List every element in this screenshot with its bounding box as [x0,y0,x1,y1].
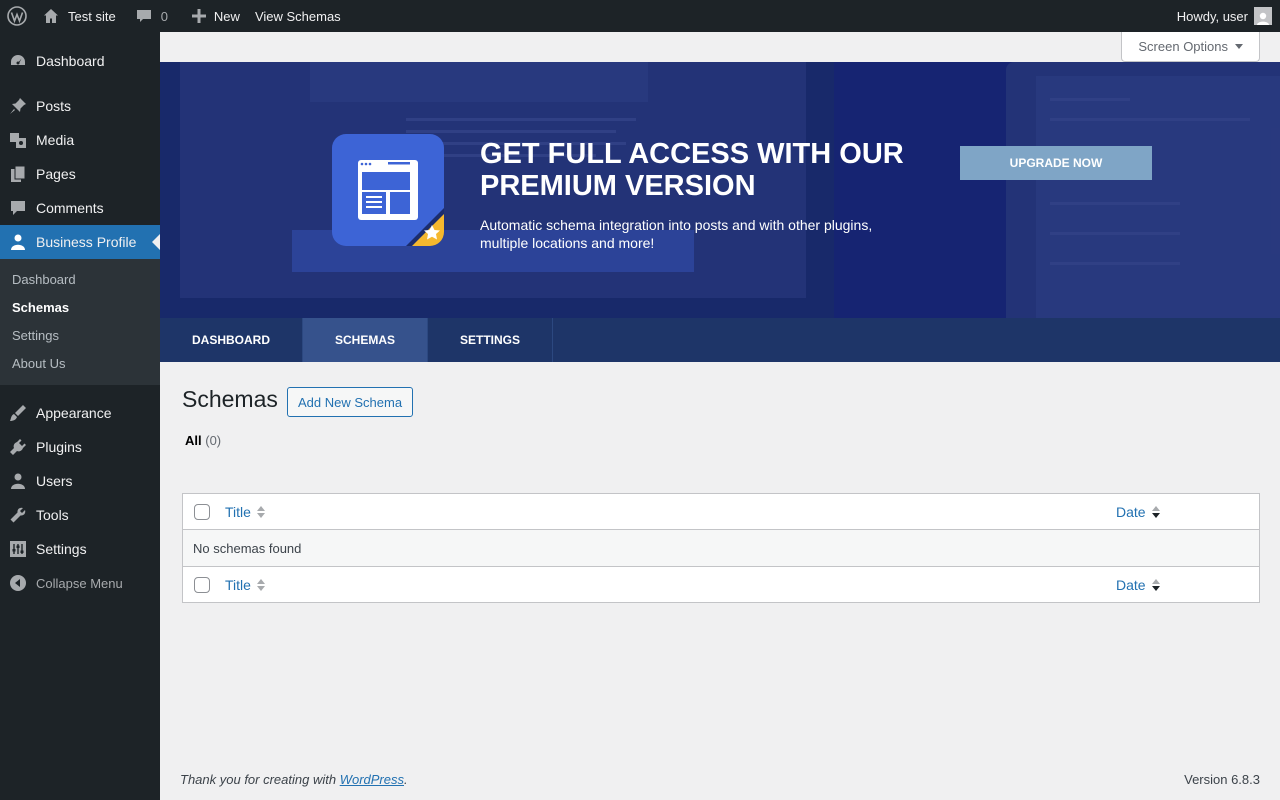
my-account-link[interactable]: Howdy, user [1169,0,1280,32]
menu-item-plugins[interactable]: Plugins [0,430,160,464]
menu-item-dashboard[interactable]: Dashboard [0,44,160,78]
wordpress-link[interactable]: WordPress [340,772,404,787]
admin-sidebar: Dashboard Posts Media Pages Comments Bus… [0,32,160,800]
page-title: Schemas [182,386,278,412]
admin-bar: Test site 0 New View Schemas Howdy, user [0,0,1280,32]
menu-label-business-profile: Business Profile [36,234,137,250]
no-items-row: No schemas found [183,530,1259,566]
submenu-item-dashboard[interactable]: Dashboard [0,265,160,293]
menu-item-users[interactable]: Users [0,464,160,498]
menu-item-comments[interactable]: Comments [0,191,160,225]
dashboard-icon [8,51,28,71]
comment-icon [136,8,152,24]
select-all-checkbox[interactable] [194,576,210,593]
menu-label-posts: Posts [36,98,72,114]
business-profile-icon [8,232,28,252]
footer-version: Version 6.8.3 [1184,772,1260,787]
menu-label-media: Media [36,132,75,148]
sort-arrows-icon [256,505,265,518]
menu-item-posts[interactable]: Posts [0,89,160,123]
sort-arrows-icon [1151,505,1160,518]
tab-dashboard[interactable]: DASHBOARD [160,318,303,362]
sort-arrows-icon [1151,578,1160,591]
submenu-item-schemas[interactable]: Schemas [0,293,160,321]
menu-label-settings: Settings [36,541,87,557]
wordpress-logo-icon[interactable] [0,0,34,32]
column-date-sort[interactable]: Date [1116,504,1160,520]
site-name-label: Test site [68,8,116,24]
footer-thanks-prefix: Thank you for creating with [180,772,337,787]
menu-item-appearance[interactable]: Appearance [0,396,160,430]
menu-item-pages[interactable]: Pages [0,157,160,191]
menu-item-media[interactable]: Media [0,123,160,157]
tab-settings[interactable]: SETTINGS [428,318,554,362]
banner-title: GET FULL ACCESS WITH OUR PREMIUM VERSION [480,138,904,202]
menu-item-business-profile[interactable]: Business Profile [0,225,160,259]
screen-options-label: Screen Options [1138,39,1228,54]
home-icon [42,7,60,25]
status-filter: All (0) [185,433,221,448]
new-label: New [213,8,240,24]
pin-icon [8,96,28,116]
table-header-row: Title Date [183,494,1259,530]
menu-label-tools: Tools [36,507,69,523]
footer-thankyou: Thank you for creating with WordPress. [180,772,408,787]
column-title-label: Title [225,576,251,593]
collapse-menu-button[interactable]: Collapse Menu [0,566,160,600]
comments-link[interactable]: 0 [124,0,176,32]
column-title-label: Title [225,503,251,520]
avatar [1254,7,1272,25]
add-new-schema-button[interactable]: Add New Schema [287,387,414,417]
business-profile-submenu: Dashboard Schemas Settings About Us [0,259,160,385]
filter-all-link[interactable]: All [185,433,202,448]
view-schemas-link[interactable]: View Schemas [248,0,349,32]
collapse-icon [8,573,28,593]
column-date-sort[interactable]: Date [1116,577,1160,593]
upgrade-now-button[interactable]: UPGRADE NOW [960,146,1152,180]
filter-all-count: (0) [205,433,222,448]
plus-icon [191,9,206,23]
column-title-sort[interactable]: Title [225,504,265,520]
media-icon [8,130,28,150]
site-name-link[interactable]: Test site [34,0,124,32]
tab-schemas[interactable]: SCHEMAS [303,318,429,362]
premium-banner: GET FULL ACCESS WITH OUR PREMIUM VERSION… [160,62,1280,318]
settings-icon [8,539,28,559]
select-all-checkbox[interactable] [194,503,210,520]
sort-arrows-icon [256,578,265,591]
footer-thanks-suffix: . [404,772,408,787]
new-content-link[interactable]: New [176,0,248,32]
comments-icon [8,198,28,218]
column-date-label: Date [1116,576,1146,593]
menu-label-appearance: Appearance [36,405,112,421]
menu-label-plugins: Plugins [36,439,82,455]
column-title-sort[interactable]: Title [225,577,265,593]
menu-label-collapse: Collapse Menu [36,575,123,591]
banner-description: Automatic schema integration into posts … [480,217,873,251]
wrench-icon [8,505,28,525]
brush-icon [8,403,28,423]
plugin-icon [8,437,28,457]
caret-down-icon [1235,44,1243,49]
schema-plugin-icon [332,134,444,246]
menu-label-dashboard: Dashboard [36,53,105,69]
menu-item-settings[interactable]: Settings [0,532,160,566]
users-icon [8,471,28,491]
menu-label-pages: Pages [36,166,76,182]
menu-label-users: Users [36,473,73,489]
schemas-table: Title Date No schemas found Title Date [182,493,1260,603]
submenu-item-about-us[interactable]: About Us [0,349,160,377]
table-footer-row: Title Date [183,566,1259,602]
screen-options-button[interactable]: Screen Options [1121,32,1260,62]
pages-icon [8,164,28,184]
submenu-item-settings[interactable]: Settings [0,321,160,349]
menu-label-comments: Comments [36,200,104,216]
main-content: Screen Options GET FULL ACCESS WITH OUR … [160,32,1280,800]
plugin-tab-bar: DASHBOARD SCHEMAS SETTINGS [160,318,1280,362]
column-date-label: Date [1116,503,1146,520]
comments-count: 0 [160,8,168,24]
menu-item-tools[interactable]: Tools [0,498,160,532]
howdy-label: Howdy, user [1176,8,1248,24]
